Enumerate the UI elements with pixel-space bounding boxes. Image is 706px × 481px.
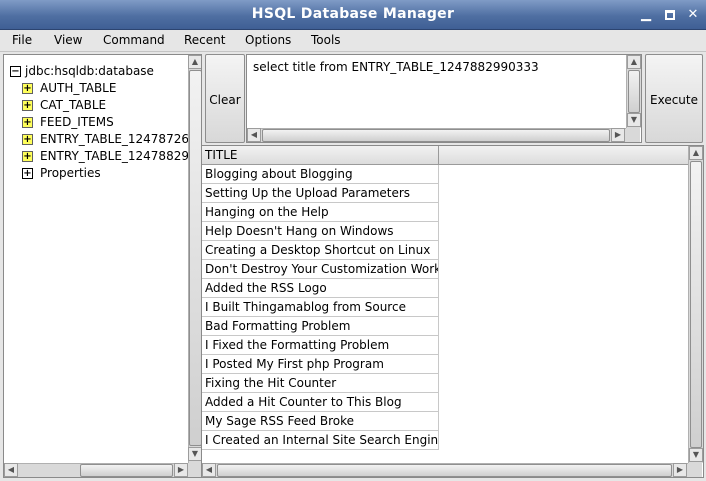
arrow-down-icon[interactable]: ▼	[627, 113, 641, 127]
arrow-right-icon[interactable]: ▶	[174, 463, 188, 477]
close-icon: ✕	[687, 7, 699, 22]
clear-button-label: Clear	[209, 93, 241, 107]
table-row[interactable]: Setting Up the Upload Parameters	[202, 184, 439, 203]
tree-root-label: jdbc:hsqldb:database	[25, 64, 154, 78]
table-row[interactable]: Hanging on the Help	[202, 203, 439, 222]
table-cell-title: Creating a Desktop Shortcut on Linux	[205, 243, 431, 257]
table-row[interactable]: Help Doesn't Hang on Windows	[202, 222, 439, 241]
expand-icon[interactable]: +	[22, 151, 33, 162]
expand-icon[interactable]: +	[22, 100, 33, 111]
menu-tools[interactable]: Tools	[311, 33, 341, 47]
maximize-button[interactable]	[661, 6, 679, 24]
window-title: HSQL Database Manager	[251, 6, 455, 22]
execute-button-label: Execute	[650, 93, 698, 107]
tree-table-label: AUTH_TABLE	[40, 81, 117, 95]
table-cell-title: I Posted My First php Program	[205, 357, 384, 371]
table-cell-title: Fixing the Hit Counter	[205, 376, 337, 390]
results-header: TITLE	[202, 146, 688, 165]
table-row[interactable]: Added a Hit Counter to This Blog	[202, 393, 439, 412]
table-cell-title: My Sage RSS Feed Broke	[205, 414, 355, 428]
close-button[interactable]: ✕	[684, 6, 702, 24]
arrow-right-icon[interactable]: ▶	[673, 463, 687, 477]
menu-command[interactable]: Command	[103, 33, 165, 47]
arrow-down-icon[interactable]: ▼	[188, 447, 201, 461]
arrow-up-icon[interactable]: ▲	[188, 55, 201, 69]
collapse-icon[interactable]: −	[10, 66, 21, 77]
tree-table-label: ENTRY_TABLE_1247872614	[40, 132, 189, 146]
arrow-up-icon[interactable]: ▲	[689, 146, 703, 160]
results-vertical-scrollbar[interactable]: ▲ ▼	[688, 146, 703, 463]
query-horizontal-scrollbar[interactable]: ◀ ▶	[247, 128, 626, 142]
table-row[interactable]: Bad Formatting Problem	[202, 317, 439, 336]
table-cell-title: Bad Formatting Problem	[205, 319, 351, 333]
table-row[interactable]: Creating a Desktop Shortcut on Linux	[202, 241, 439, 260]
tree-vertical-scrollbar[interactable]: ▲ ▼	[188, 55, 201, 463]
query-vertical-scroll-thumb[interactable]	[628, 70, 640, 113]
table-cell-title: Don't Destroy Your Customization Work!	[205, 262, 439, 276]
sql-query-input[interactable]: select title from ENTRY_TABLE_1247882990…	[246, 54, 642, 143]
column-header-title[interactable]: TITLE	[202, 146, 439, 165]
sql-query-text[interactable]: select title from ENTRY_TABLE_1247882990…	[253, 60, 539, 74]
table-cell-title: I Created an Internal Site Search Engine	[205, 433, 439, 447]
tree-properties-label: Properties	[40, 166, 101, 180]
table-row[interactable]: Fixing the Hit Counter	[202, 374, 439, 393]
arrow-up-icon[interactable]: ▲	[627, 55, 641, 69]
table-cell-title: Added the RSS Logo	[205, 281, 327, 295]
table-cell-title: Hanging on the Help	[205, 205, 329, 219]
table-row[interactable]: I Posted My First php Program	[202, 355, 439, 374]
menu-view[interactable]: View	[54, 33, 82, 47]
results-grid: TITLE Blogging about Blogging Setting Up …	[201, 145, 704, 478]
table-cell-title: I Fixed the Formatting Problem	[205, 338, 390, 352]
table-row[interactable]: My Sage RSS Feed Broke	[202, 412, 439, 431]
expand-icon[interactable]: +	[22, 117, 33, 128]
results-horizontal-scroll-thumb[interactable]	[217, 464, 672, 477]
results-horizontal-scrollbar[interactable]: ◀ ▶	[202, 463, 688, 477]
title-bar[interactable]: HSQL Database Manager ▁ ✕	[0, 0, 706, 30]
table-row[interactable]: I Built Thingamablog from Source	[202, 298, 439, 317]
scroll-corner	[626, 128, 640, 142]
database-tree-panel: − jdbc:hsqldb:database + AUTH_TABLE + CA…	[3, 54, 202, 478]
clear-button[interactable]: Clear	[205, 54, 245, 143]
table-row[interactable]: I Created an Internal Site Search Engine	[202, 431, 439, 450]
menu-file[interactable]: File	[12, 33, 32, 47]
table-row[interactable]: I Fixed the Formatting Problem	[202, 336, 439, 355]
expand-icon[interactable]: +	[22, 168, 33, 179]
minimize-button[interactable]: ▁	[637, 6, 655, 24]
tree-table-label: ENTRY_TABLE_1247882990333	[40, 149, 189, 163]
scroll-corner	[188, 463, 201, 477]
results-vertical-scroll-thumb[interactable]	[690, 161, 702, 448]
column-header-label: TITLE	[205, 148, 238, 162]
table-cell-title: I Built Thingamablog from Source	[205, 300, 406, 314]
maximize-icon	[665, 10, 675, 20]
database-tree: − jdbc:hsqldb:database + AUTH_TABLE + CA…	[4, 55, 189, 463]
arrow-left-icon[interactable]: ◀	[4, 463, 18, 477]
query-horizontal-scroll-thumb[interactable]	[262, 129, 610, 142]
table-cell-title: Blogging about Blogging	[205, 167, 353, 181]
expand-icon[interactable]: +	[22, 134, 33, 145]
tree-horizontal-scroll-thumb[interactable]	[80, 464, 173, 477]
tree-table-label: CAT_TABLE	[40, 98, 107, 112]
execute-button[interactable]: Execute	[645, 54, 703, 143]
arrow-right-icon[interactable]: ▶	[611, 128, 625, 142]
table-cell-title: Help Doesn't Hang on Windows	[205, 224, 394, 238]
table-row[interactable]: Don't Destroy Your Customization Work!	[202, 260, 439, 279]
minimize-icon: ▁	[641, 7, 651, 22]
arrow-left-icon[interactable]: ◀	[247, 128, 261, 142]
tree-table-label: FEED_ITEMS	[40, 115, 114, 129]
scroll-corner	[688, 463, 702, 477]
menu-recent[interactable]: Recent	[184, 33, 225, 47]
arrow-left-icon[interactable]: ◀	[202, 463, 216, 477]
table-row[interactable]: Added the RSS Logo	[202, 279, 439, 298]
menu-bar: File View Command Recent Options Tools	[0, 30, 706, 52]
tree-horizontal-scrollbar[interactable]: ◀ ▶	[4, 463, 188, 477]
table-cell-title: Added a Hit Counter to This Blog	[205, 395, 402, 409]
expand-icon[interactable]: +	[22, 83, 33, 94]
query-vertical-scrollbar[interactable]: ▲ ▼	[626, 55, 641, 128]
table-cell-title: Setting Up the Upload Parameters	[205, 186, 411, 200]
menu-options[interactable]: Options	[245, 33, 291, 47]
table-row[interactable]: Blogging about Blogging	[202, 165, 439, 184]
arrow-down-icon[interactable]: ▼	[689, 448, 703, 462]
